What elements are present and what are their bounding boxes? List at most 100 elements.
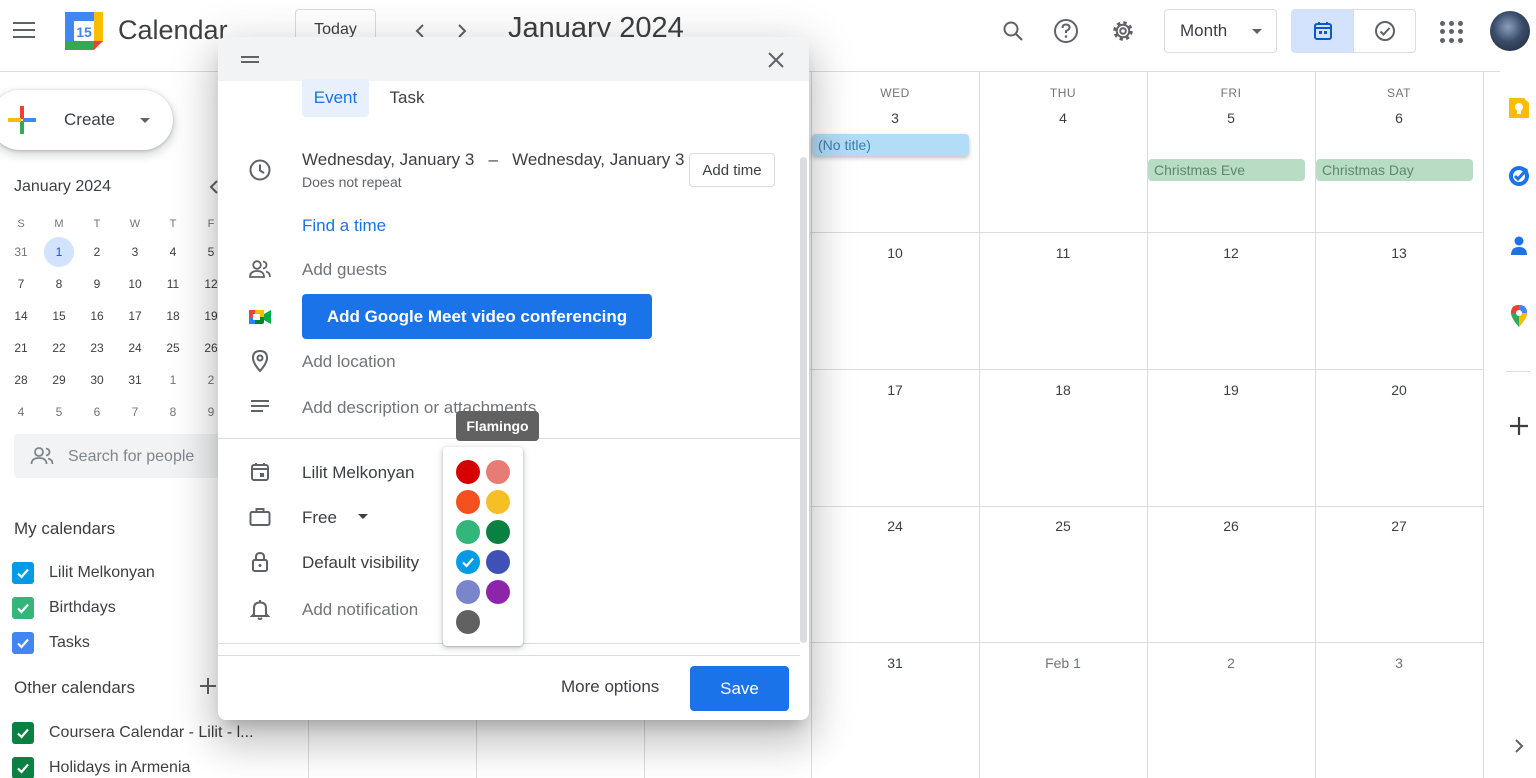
calendar-checkbox[interactable] — [12, 722, 34, 744]
contacts-button[interactable] — [1506, 233, 1532, 259]
day-cell-number[interactable]: 11 — [979, 245, 1147, 261]
google-apps-icon[interactable] — [1437, 18, 1465, 46]
mini-calendar-day[interactable]: 11 — [154, 268, 192, 300]
calendar-item[interactable]: Coursera Calendar - Lilit - l... — [12, 719, 254, 747]
mini-calendar-day[interactable]: 25 — [154, 332, 192, 364]
dialog-header[interactable] — [218, 37, 809, 81]
mini-calendar-day[interactable]: 31 — [116, 364, 154, 396]
my-calendars-heading[interactable]: My calendars — [14, 519, 115, 539]
day-cell-number[interactable]: 13 — [1315, 245, 1483, 261]
mini-calendar-day[interactable]: 1 — [154, 364, 192, 396]
mini-calendar-day[interactable]: 21 — [2, 332, 40, 364]
availability-caret-icon[interactable] — [358, 514, 368, 519]
mini-calendar-day[interactable]: 2 — [78, 236, 116, 268]
add-time-button[interactable]: Add time — [689, 153, 775, 187]
mini-calendar-day[interactable]: 14 — [2, 300, 40, 332]
color-swatch-tomato[interactable] — [456, 460, 480, 484]
close-dialog-button[interactable] — [765, 49, 787, 71]
mini-calendar-day[interactable]: 28 — [2, 364, 40, 396]
mini-calendar-day[interactable]: 7 — [2, 268, 40, 300]
mini-calendar-day[interactable]: 1 — [40, 236, 78, 268]
more-options-button[interactable]: More options — [561, 677, 659, 697]
search-button[interactable] — [996, 14, 1030, 48]
mini-calendar-day[interactable]: 8 — [40, 268, 78, 300]
day-cell-number[interactable]: 3 — [1315, 655, 1483, 671]
account-avatar[interactable] — [1490, 11, 1530, 51]
mini-calendar-day[interactable]: 31 — [2, 236, 40, 268]
visibility-select[interactable]: Default visibility — [302, 553, 419, 573]
add-google-meet-button[interactable]: Add Google Meet video conferencing — [302, 294, 652, 339]
mini-calendar-day[interactable]: 4 — [2, 396, 40, 428]
day-number[interactable]: 6 — [1315, 110, 1483, 126]
mini-calendar-day[interactable]: 4 — [154, 236, 192, 268]
calendar-item[interactable]: Lilit Melkonyan — [12, 559, 155, 587]
day-number[interactable]: 3 — [811, 110, 979, 126]
day-cell-number[interactable]: 24 — [811, 518, 979, 534]
mini-calendar-day[interactable]: 8 — [154, 396, 192, 428]
create-caret-icon[interactable] — [140, 118, 150, 123]
color-swatch-basil[interactable] — [486, 520, 510, 544]
day-cell-number[interactable]: 19 — [1147, 382, 1315, 398]
availability-select[interactable]: Free — [302, 508, 337, 528]
mini-calendar-day[interactable]: 22 — [40, 332, 78, 364]
color-swatch-blueberry[interactable] — [486, 550, 510, 574]
mini-calendar-day[interactable]: 10 — [116, 268, 154, 300]
find-a-time-link[interactable]: Find a time — [302, 216, 386, 236]
help-button[interactable] — [1049, 14, 1083, 48]
day-cell-number[interactable]: Feb 1 — [979, 655, 1147, 671]
calendar-checkbox[interactable] — [12, 757, 34, 778]
day-cell-number[interactable]: 31 — [811, 655, 979, 671]
color-swatch-tangerine[interactable] — [456, 490, 480, 514]
mini-calendar-day[interactable]: 15 — [40, 300, 78, 332]
mini-calendar-day[interactable]: 7 — [116, 396, 154, 428]
event-date-range[interactable]: Wednesday, January 3 – Wednesday, Januar… — [302, 150, 684, 170]
color-swatch-lavender[interactable] — [456, 580, 480, 604]
day-cell-number[interactable]: 10 — [811, 245, 979, 261]
mini-calendar-day[interactable]: 6 — [78, 396, 116, 428]
calendar-item[interactable]: Holidays in Armenia — [12, 754, 190, 778]
color-swatch-peacock[interactable] — [456, 550, 480, 574]
day-cell-number[interactable]: 27 — [1315, 518, 1483, 534]
day-cell-number[interactable]: 26 — [1147, 518, 1315, 534]
main-menu-icon[interactable] — [10, 17, 38, 45]
calendar-item[interactable]: Tasks — [12, 629, 90, 657]
add-location-field[interactable]: Add location — [302, 352, 396, 372]
event-chip[interactable]: Christmas Eve — [1148, 159, 1305, 181]
mini-calendar-day[interactable]: 24 — [116, 332, 154, 364]
drag-handle-icon[interactable] — [241, 56, 259, 64]
color-swatch-graphite[interactable] — [456, 610, 480, 634]
day-cell-number[interactable]: 12 — [1147, 245, 1315, 261]
mini-calendar-day[interactable]: 30 — [78, 364, 116, 396]
event-chip[interactable]: (No title) — [812, 134, 969, 156]
day-cell-number[interactable]: 18 — [979, 382, 1147, 398]
day-cell-number[interactable]: 2 — [1147, 655, 1315, 671]
dialog-scrollbar[interactable] — [800, 157, 807, 643]
tasks-view-toggle[interactable] — [1353, 9, 1416, 53]
event-chip[interactable]: Christmas Day — [1316, 159, 1473, 181]
settings-button[interactable] — [1106, 14, 1140, 48]
color-swatch-sage[interactable] — [456, 520, 480, 544]
mini-calendar-day[interactable]: 17 — [116, 300, 154, 332]
mini-calendar-day[interactable]: 18 — [154, 300, 192, 332]
day-cell-number[interactable]: 25 — [979, 518, 1147, 534]
tab-event[interactable]: Event — [302, 79, 369, 117]
calendar-view-toggle[interactable] — [1291, 9, 1354, 53]
add-guests-field[interactable]: Add guests — [302, 260, 387, 280]
show-side-panel-button[interactable] — [1506, 733, 1532, 759]
mini-calendar-day[interactable]: 3 — [116, 236, 154, 268]
mini-calendar-day[interactable]: 29 — [40, 364, 78, 396]
repeat-setting[interactable]: Does not repeat — [302, 174, 402, 190]
calendar-item[interactable]: Birthdays — [12, 594, 116, 622]
day-cell-number[interactable]: 20 — [1315, 382, 1483, 398]
mini-calendar-day[interactable]: 9 — [78, 268, 116, 300]
calendar-checkbox[interactable] — [12, 632, 34, 654]
color-swatch-banana[interactable] — [486, 490, 510, 514]
mini-calendar-day[interactable]: 16 — [78, 300, 116, 332]
mini-calendar-day[interactable]: 23 — [78, 332, 116, 364]
maps-button[interactable] — [1506, 303, 1532, 329]
tab-task[interactable]: Task — [381, 79, 433, 117]
search-people-field[interactable]: Search for people — [14, 434, 219, 478]
calendar-owner-select[interactable]: Lilit Melkonyan — [302, 463, 414, 483]
calendar-checkbox[interactable] — [12, 597, 34, 619]
keep-button[interactable] — [1506, 95, 1532, 121]
